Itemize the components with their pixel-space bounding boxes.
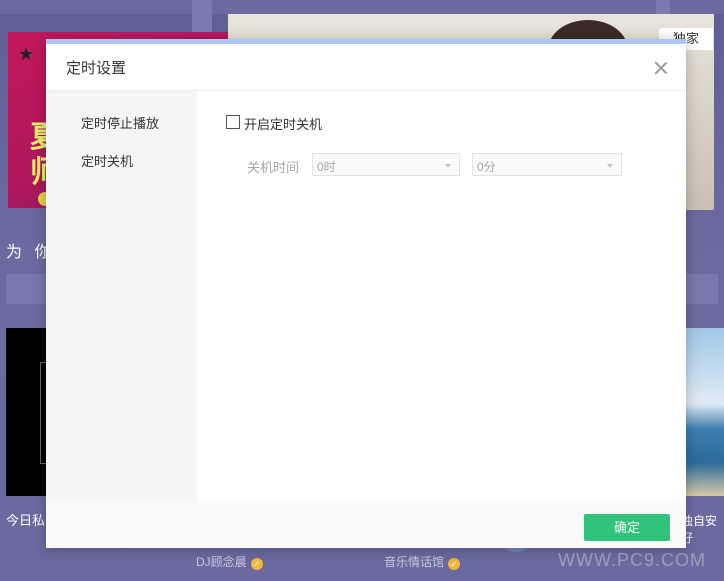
background-thumb <box>192 0 212 36</box>
nav-item-stop-playback[interactable]: 定时停止播放 <box>81 113 159 132</box>
shutdown-settings-panel: 开启定时关机 关机时间 0时 0分 <box>197 91 686 501</box>
author-name: DJ顾念晨 <box>196 555 247 569</box>
background-playlist-author: DJ顾念晨 ✓ <box>196 553 263 570</box>
background-card-right <box>686 328 724 496</box>
background-card-caption: 独自安好 <box>681 514 718 545</box>
background-playlist-author: 音乐情话馆 ✓ <box>384 553 461 570</box>
verified-icon: ✓ <box>250 558 263 570</box>
nav-item-shutdown[interactable]: 定时关机 <box>81 151 133 170</box>
shutdown-time-label: 关机时间 <box>247 160 300 175</box>
background-top-strip <box>0 0 724 36</box>
enable-shutdown-label: 开启定时关机 <box>244 117 323 132</box>
background-thumb <box>656 0 670 14</box>
close-icon[interactable] <box>652 59 670 77</box>
dialog-header: 定时设置 <box>46 44 686 91</box>
minute-select-value: 0分 <box>477 160 496 174</box>
verified-icon: ✓ <box>448 558 461 570</box>
background-card-left <box>6 328 50 496</box>
star-icon: ★ <box>18 44 35 64</box>
author-name: 音乐情话馆 <box>384 555 445 569</box>
confirm-button[interactable]: 确定 <box>584 514 670 541</box>
background-card-caption: 今日私 <box>6 513 46 528</box>
watermark-text: WWW.PC9.COM <box>558 550 706 570</box>
dialog-title: 定时设置 <box>66 60 127 77</box>
hour-select[interactable]: 0时 <box>312 153 460 176</box>
chevron-down-icon <box>607 164 613 168</box>
dialog-footer: 确定 <box>46 501 686 548</box>
chevron-down-icon <box>445 164 451 168</box>
settings-nav: 定时停止播放 定时关机 <box>46 91 197 501</box>
enable-shutdown-checkbox[interactable] <box>226 115 240 129</box>
minute-select[interactable]: 0分 <box>472 153 622 176</box>
hour-select-value: 0时 <box>317 160 336 174</box>
timer-settings-dialog: 定时设置 定时停止播放 定时关机 开启定时关机 关机时间 0时 0分 确定 <box>46 39 686 548</box>
